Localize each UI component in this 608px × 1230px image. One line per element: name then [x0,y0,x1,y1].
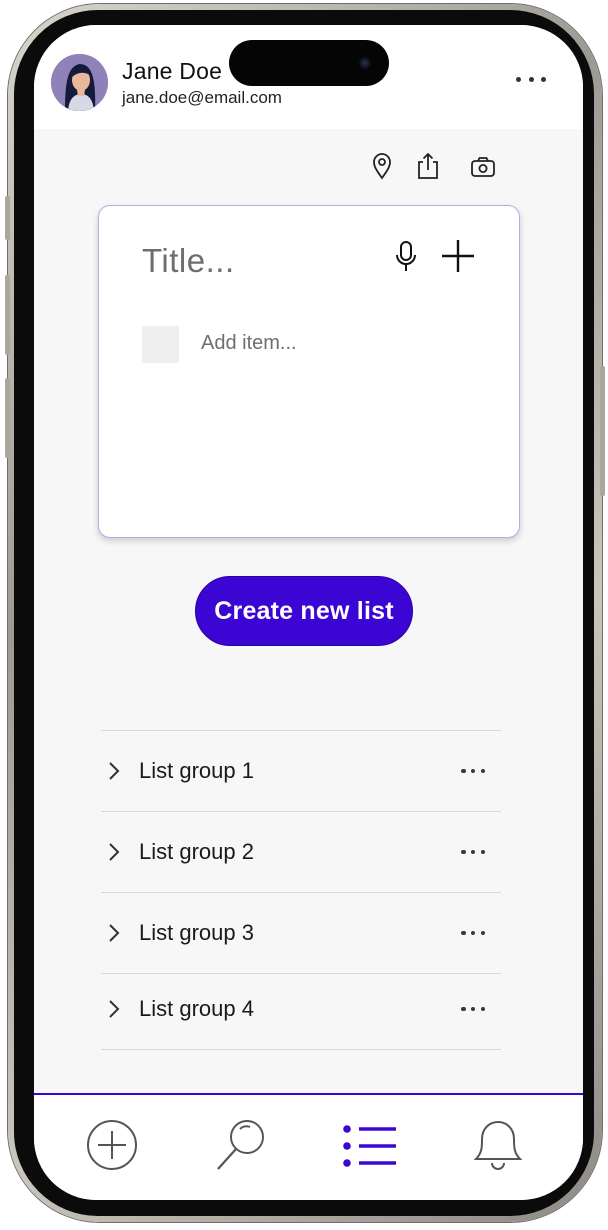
chevron-right-icon [109,924,120,942]
more-horizontal-icon [461,930,466,936]
bottom-navigation [34,1093,583,1200]
nav-add-button[interactable] [86,1119,138,1176]
more-dot [541,76,546,82]
microphone-icon [396,241,416,271]
share-button[interactable] [415,151,441,181]
more-dot [470,930,476,936]
nav-notifications-button[interactable] [471,1117,525,1178]
share-icon [418,152,438,179]
add-item-button[interactable] [440,238,476,274]
side-button [5,378,10,458]
list-item[interactable]: List group 4 [101,973,501,1050]
search-icon [217,1120,264,1170]
app-screen: Jane Doe jane.doe@email.com Title... Add… [34,25,583,1200]
list-group-label: List group 2 [139,839,254,864]
list-group-label: List group 3 [139,920,254,945]
list-group-more-button[interactable] [461,930,485,936]
more-dot [480,930,485,936]
create-new-list-button[interactable]: Create new list [195,576,413,646]
new-list-card: Title... Add item... [98,205,520,538]
list-group-label: List group 4 [139,996,254,1021]
chevron-right-icon [109,1000,120,1018]
chevron-right-icon [109,762,120,780]
user-avatar-icon [51,54,108,111]
list-group-more-button[interactable] [461,849,485,855]
more-dot [470,1006,476,1012]
location-pin-icon [373,153,391,180]
title-input[interactable]: Title... [142,242,235,280]
voice-input-button[interactable] [394,240,418,274]
more-dot [528,76,534,82]
list-item[interactable]: List group 2 [101,811,501,892]
more-horizontal-icon [516,76,521,82]
more-dot [480,768,485,774]
side-button [5,196,10,240]
more-horizontal-icon [461,1006,466,1012]
more-options-button[interactable] [516,67,546,91]
more-dot [480,1006,485,1012]
more-dot [470,849,476,855]
avatar[interactable] [51,54,108,111]
list-groups: List group 1 List group 2 List group 3 L… [101,730,501,1050]
user-email: jane.doe@email.com [122,88,282,107]
nav-search-button[interactable] [214,1117,270,1178]
add-circle-icon [87,1120,137,1170]
list-group-more-button[interactable] [461,1006,485,1012]
chevron-right-icon [109,843,120,861]
more-dot [470,768,476,774]
list-item[interactable]: List group 3 [101,892,501,973]
list-group-more-button[interactable] [461,768,485,774]
list-item[interactable]: List group 1 [101,730,501,811]
location-button[interactable] [369,151,395,181]
more-horizontal-icon [461,849,466,855]
list-icon [343,1125,396,1167]
bell-icon [473,1120,523,1170]
user-name: Jane Doe [122,58,223,84]
camera-icon [471,157,495,177]
add-item-input[interactable]: Add item... [201,332,297,355]
nav-lists-button[interactable] [342,1124,398,1173]
camera-button[interactable] [469,151,497,181]
item-checkbox[interactable] [142,326,179,363]
list-group-label: List group 1 [139,758,254,783]
plus-icon [442,240,474,272]
side-button [600,366,605,496]
more-dot [480,849,485,855]
dynamic-island [229,40,389,86]
front-camera [359,57,371,69]
more-horizontal-icon [461,768,466,774]
side-button [5,275,10,355]
